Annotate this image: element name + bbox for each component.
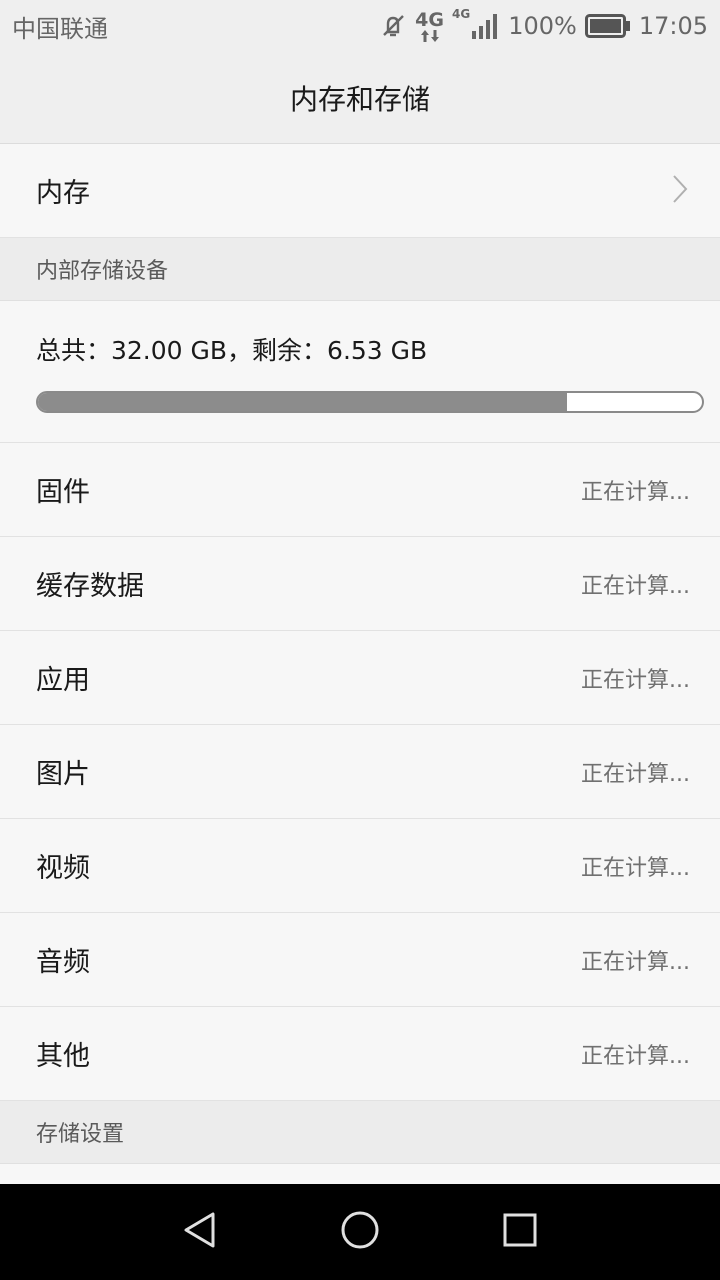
memory-row[interactable]: 内存 bbox=[0, 144, 720, 238]
section-header-internal-storage: 内部存储设备 bbox=[0, 238, 720, 301]
signal-icon: 4G bbox=[452, 7, 500, 39]
battery-percentage: 100% bbox=[508, 12, 577, 40]
section-header-label: 存储设置 bbox=[36, 1122, 125, 1147]
category-label: 视频 bbox=[36, 853, 90, 884]
category-row-other[interactable]: 其他 正在计算... bbox=[0, 1007, 720, 1101]
category-label: 图片 bbox=[36, 759, 90, 790]
recents-button[interactable] bbox=[480, 1192, 560, 1272]
category-value: 正在计算... bbox=[581, 761, 690, 787]
page-title: 内存和存储 bbox=[289, 82, 430, 116]
category-value: 正在计算... bbox=[581, 667, 690, 693]
network-type-1: 4G bbox=[415, 8, 444, 31]
battery-icon bbox=[584, 14, 631, 38]
recents-icon bbox=[500, 1210, 540, 1254]
category-row-firmware[interactable]: 固件 正在计算... bbox=[0, 443, 720, 537]
category-row-pictures[interactable]: 图片 正在计算... bbox=[0, 725, 720, 819]
category-row-apps[interactable]: 应用 正在计算... bbox=[0, 631, 720, 725]
storage-category-list: 固件 正在计算... 缓存数据 正在计算... 应用 正在计算... 图片 正在… bbox=[0, 443, 720, 1101]
network-type-2: 4G bbox=[452, 7, 471, 21]
category-row-videos[interactable]: 视频 正在计算... bbox=[0, 819, 720, 913]
status-icons: 4G 4G 100% 17:05 bbox=[379, 7, 708, 42]
settings-list: 内存 内部存储设备 总共：32.00 GB，剩余：6.53 GB 固件 正在计算… bbox=[0, 144, 720, 1164]
home-icon bbox=[340, 1210, 380, 1254]
category-value: 正在计算... bbox=[581, 573, 690, 599]
category-row-cache[interactable]: 缓存数据 正在计算... bbox=[0, 537, 720, 631]
navigation-bar bbox=[0, 1184, 720, 1280]
storage-usage-bar bbox=[36, 391, 704, 413]
storage-summary-card: 总共：32.00 GB，剩余：6.53 GB bbox=[0, 301, 720, 443]
category-label: 其他 bbox=[36, 1041, 90, 1072]
home-button[interactable] bbox=[320, 1192, 400, 1272]
memory-label: 内存 bbox=[36, 178, 90, 209]
status-bar: 中国联通 4G 4G 100% 17:05 bbox=[0, 0, 720, 52]
section-header-storage-settings: 存储设置 bbox=[0, 1101, 720, 1164]
back-button[interactable] bbox=[160, 1192, 240, 1272]
category-value: 正在计算... bbox=[581, 1043, 690, 1069]
storage-summary-text: 总共：32.00 GB，剩余：6.53 GB bbox=[36, 336, 428, 365]
category-value: 正在计算... bbox=[581, 949, 690, 975]
storage-usage-fill bbox=[38, 393, 567, 411]
chevron-right-icon bbox=[670, 173, 690, 209]
section-header-label: 内部存储设备 bbox=[36, 259, 169, 284]
mute-icon bbox=[379, 12, 407, 40]
category-value: 正在计算... bbox=[581, 479, 690, 505]
category-value: 正在计算... bbox=[581, 855, 690, 881]
category-label: 缓存数据 bbox=[36, 571, 144, 602]
category-row-audio[interactable]: 音频 正在计算... bbox=[0, 913, 720, 1007]
data-transfer-icon: 4G bbox=[415, 8, 444, 42]
clock: 17:05 bbox=[638, 12, 708, 40]
carrier-name: 中国联通 bbox=[12, 14, 108, 43]
back-icon bbox=[180, 1210, 220, 1254]
category-label: 音频 bbox=[36, 947, 90, 978]
toolbar: 内存和存储 bbox=[0, 52, 720, 144]
category-label: 固件 bbox=[36, 477, 90, 508]
category-label: 应用 bbox=[36, 665, 90, 696]
